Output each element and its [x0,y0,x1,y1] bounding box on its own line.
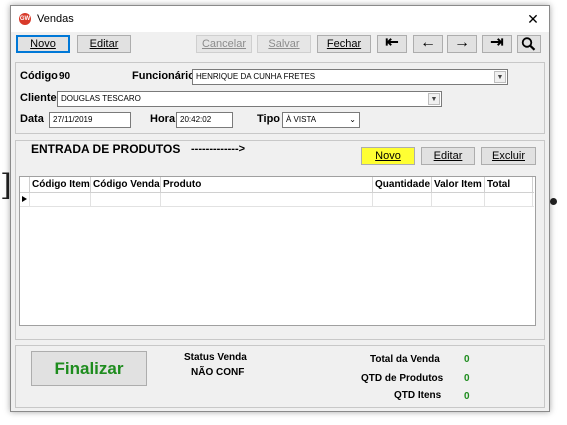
funcionario-value: HENRIQUE DA CUNHA FRETES [196,72,316,81]
finalizar-button[interactable]: Finalizar [31,351,147,386]
vendas-window: GW Vendas ✕ Novo Editar Cancelar Salvar … [10,5,550,412]
cancelar-button-label: Cancelar [201,38,247,50]
column-header-codigo-item[interactable]: Código Item [30,177,91,192]
row-indicator-header [20,177,30,192]
editar-button[interactable]: Editar [77,35,131,53]
next-record-button[interactable]: → [447,35,477,53]
qtd-itens-value: 0 [464,391,470,402]
codigo-label: Código [20,70,58,82]
window-title: Vendas [37,13,74,25]
last-record-icon: ⇥ [490,34,504,51]
hora-value: 20:42:02 [180,115,212,124]
fechar-button[interactable]: Fechar [317,35,371,53]
next-record-icon: → [454,34,470,51]
funcionario-select[interactable]: HENRIQUE DA CUNHA FRETES ▼ [192,69,508,85]
total-venda-value: 0 [464,354,470,365]
search-button[interactable] [517,35,541,53]
table-cell[interactable] [485,193,533,206]
search-icon [521,37,536,51]
chevron-down-icon[interactable]: ▼ [428,93,440,105]
previous-record-button[interactable]: ← [413,35,443,53]
produto-excluir-button-label: Excluir [491,150,525,162]
table-cell[interactable] [30,193,91,206]
produto-novo-button[interactable]: Novo [361,147,415,165]
produto-excluir-button[interactable]: Excluir [481,147,536,165]
table-cell[interactable] [161,193,373,206]
produtos-table[interactable]: Código Item Código Venda Produto Quantid… [19,176,536,326]
fechar-button-label: Fechar [326,38,362,50]
total-venda-label: Total da Venda [370,354,440,365]
produto-novo-button-label: Novo [375,150,401,162]
first-record-button[interactable]: ⇤ [377,35,407,53]
first-record-icon: ⇤ [385,34,399,51]
previous-record-icon: ← [420,34,436,51]
qtd-itens-label: QTD Itens [394,390,442,401]
funcionario-label: Funcionário [132,70,195,82]
close-button[interactable]: ✕ [521,9,545,29]
app-icon: GW [19,13,31,25]
cancelar-button[interactable]: Cancelar [196,35,252,53]
codigo-value: 90 [59,71,71,82]
produtos-section-title: ENTRADA DE PRODUTOS [31,142,181,156]
novo-button-label: Novo [30,38,56,50]
table-cell[interactable] [432,193,485,206]
editar-button-label: Editar [89,38,119,50]
data-field[interactable]: 27/11/2019 [49,112,131,128]
salvar-button[interactable]: Salvar [257,35,311,53]
chevron-down-icon[interactable]: ⌄ [349,113,356,127]
tipo-label: Tipo [257,113,281,125]
column-header-valor-item[interactable]: Valor Item [432,177,485,192]
cliente-value: DOUGLAS TESCARO [61,94,141,103]
column-header-total[interactable]: Total [485,177,533,192]
column-header-quantidade[interactable]: Quantidade [373,177,432,192]
hora-label: Hora [150,113,176,125]
data-value: 27/11/2019 [53,115,93,124]
hora-field[interactable]: 20:42:02 [176,112,233,128]
table-cell[interactable] [373,193,432,206]
qtd-produtos-value: 0 [464,373,470,384]
title-bar: GW Vendas ✕ [11,6,549,32]
tipo-select[interactable]: À VISTA ⌄ [282,112,360,128]
column-header-produto[interactable]: Produto [161,177,373,192]
background-dot [550,198,557,205]
table-header-row: Código Item Código Venda Produto Quantid… [20,177,534,193]
produto-editar-button-label: Editar [433,150,463,162]
last-record-button[interactable]: ⇥ [482,35,512,53]
novo-button[interactable]: Novo [16,35,70,53]
produto-editar-button[interactable]: Editar [421,147,475,165]
salvar-button-label: Salvar [268,38,300,50]
qtd-produtos-label: QTD de Produtos [361,373,444,384]
status-venda-label: Status Venda [184,352,247,363]
tipo-value: À VISTA [286,115,317,124]
status-venda-value: NÃO CONF [191,367,245,378]
table-cell[interactable] [20,193,30,206]
table-row[interactable] [20,193,534,207]
chevron-down-icon[interactable]: ▼ [494,71,506,83]
table-cell[interactable] [91,193,161,206]
cliente-select[interactable]: DOUGLAS TESCARO ▼ [57,91,442,107]
column-header-codigo-venda[interactable]: Código Venda [91,177,161,192]
data-label: Data [20,113,44,125]
produtos-arrow-text: -------------> [191,143,246,155]
cliente-label: Cliente [20,92,57,104]
